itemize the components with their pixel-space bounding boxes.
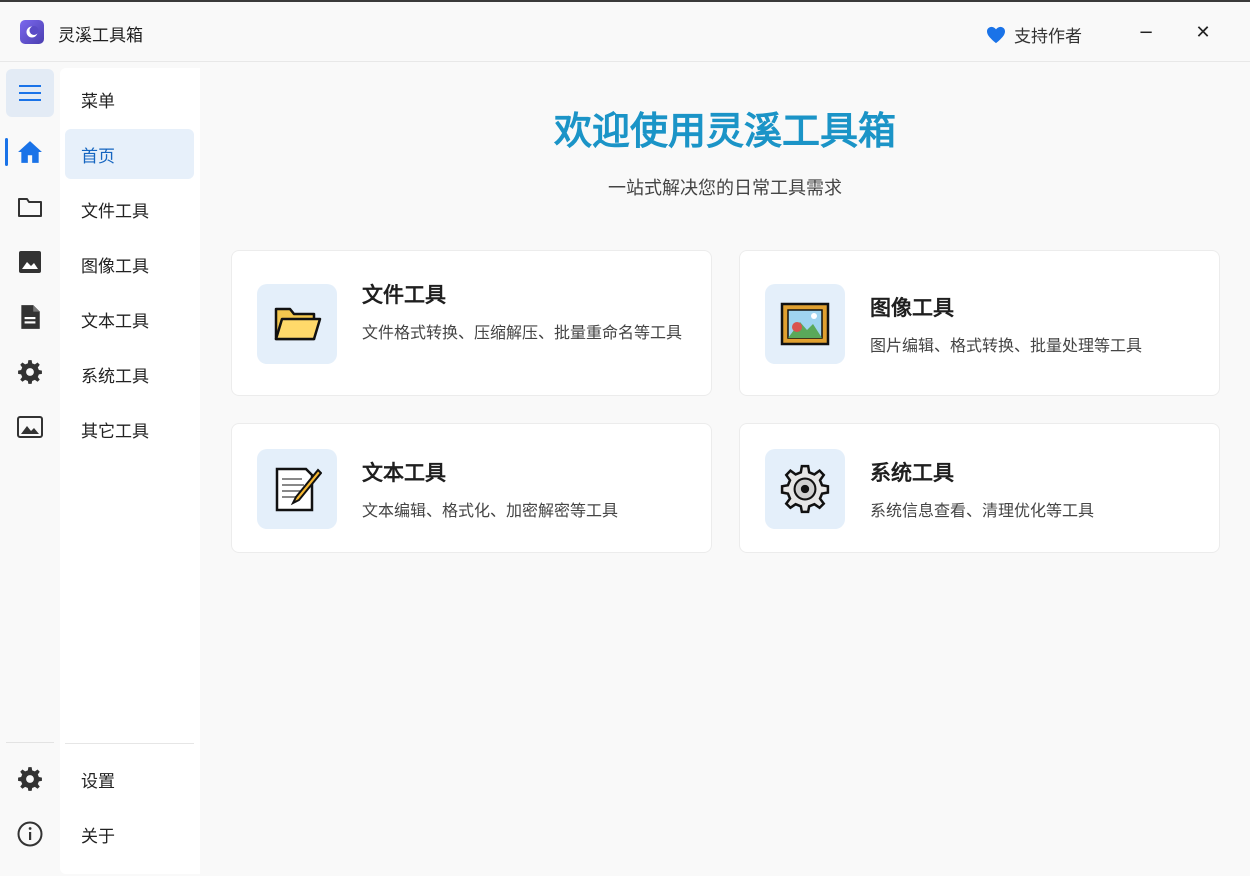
card-title: 系统工具 (870, 461, 954, 485)
gear-icon (780, 464, 830, 514)
nav-item-about[interactable]: 关于 (65, 809, 194, 859)
nav-item-settings[interactable]: 设置 (65, 754, 194, 804)
card-title: 图像工具 (870, 296, 954, 320)
page-subtitle: 一站式解决您的日常工具需求 (608, 178, 842, 199)
page-title: 欢迎使用灵溪工具箱 (553, 109, 896, 153)
card-icon-container (765, 284, 845, 364)
card-file-tools[interactable]: 文件工具 文件格式转换、压缩解压、批量重命名等工具 (231, 250, 712, 396)
nav-item-menu[interactable]: 菜单 (65, 74, 194, 124)
folder-icon (18, 198, 42, 217)
nav-item-label: 图像工具 (81, 256, 149, 277)
memo-icon (275, 467, 322, 512)
nav-item-other-tools[interactable]: 其它工具 (65, 404, 194, 454)
nav-item-label: 菜单 (81, 91, 115, 112)
card-image-tools[interactable]: 图像工具 图片编辑、格式转换、批量处理等工具 (739, 250, 1220, 396)
menu-icon (19, 85, 41, 101)
app-title: 灵溪工具箱 (58, 26, 143, 46)
nav-item-label: 设置 (81, 771, 115, 792)
card-icon-container (257, 449, 337, 529)
nav-item-system-tools[interactable]: 系统工具 (65, 349, 194, 399)
nav-panel: 菜单 首页 文件工具 图像工具 文本工具 系统工具 其它工具 设置 关于 (60, 68, 200, 874)
nav-item-label: 文件工具 (81, 201, 149, 222)
nav-item-file-tools[interactable]: 文件工具 (65, 184, 194, 234)
image-icon (19, 251, 41, 273)
close-button[interactable]: ✕ (1183, 16, 1223, 48)
nav-item-label: 首页 (81, 146, 115, 167)
rail-about-button[interactable] (6, 810, 54, 858)
card-icon-container (765, 449, 845, 529)
heart-icon (987, 26, 1005, 43)
framed-picture-icon (780, 302, 830, 346)
app-logo-icon (20, 20, 44, 44)
rail-menu-button[interactable] (6, 69, 54, 117)
card-title: 文本工具 (362, 461, 446, 485)
rail-settings-button[interactable] (6, 755, 54, 803)
gear-icon (18, 360, 42, 384)
folder-icon (274, 307, 322, 341)
nav-item-label: 文本工具 (81, 311, 149, 332)
card-text-tools[interactable]: 文本工具 文本编辑、格式化、加密解密等工具 (231, 423, 712, 553)
card-description: 文件格式转换、压缩解压、批量重命名等工具 (362, 323, 683, 342)
info-icon (17, 821, 43, 847)
card-icon-container (257, 284, 337, 364)
support-author-label: 支持作者 (1014, 27, 1082, 47)
rail-folder-button[interactable] (6, 183, 54, 231)
rail-system-button[interactable] (6, 348, 54, 396)
settings-icon (18, 767, 42, 791)
nav-item-label: 系统工具 (81, 366, 149, 387)
support-author-button[interactable]: 支持作者 (986, 22, 1082, 47)
rail-home-button[interactable] (6, 128, 54, 176)
nav-item-label: 其它工具 (81, 421, 149, 442)
nav-item-home[interactable]: 首页 (65, 129, 194, 179)
document-icon (21, 305, 40, 329)
nav-item-image-tools[interactable]: 图像工具 (65, 239, 194, 289)
nav-item-label: 关于 (81, 826, 115, 847)
app-window: 灵溪工具箱 支持作者 − ✕ 菜单 首页 文件工具 图像工具 文本工具 系统工具… (0, 0, 1250, 876)
nav-divider (65, 743, 194, 744)
rail-image-button[interactable] (6, 238, 54, 286)
card-system-tools[interactable]: 系统工具 系统信息查看、清理优化等工具 (739, 423, 1220, 553)
rail-document-button[interactable] (6, 293, 54, 341)
minimize-button[interactable]: − (1126, 16, 1166, 48)
picture-icon (17, 416, 43, 438)
icon-rail (0, 62, 60, 876)
close-icon: ✕ (1195, 21, 1211, 43)
card-description: 图片编辑、格式转换、批量处理等工具 (870, 336, 1143, 355)
rail-other-button[interactable] (6, 403, 54, 451)
minimize-icon: − (1138, 21, 1154, 43)
title-bar: 灵溪工具箱 支持作者 − ✕ (0, 2, 1250, 62)
card-description: 系统信息查看、清理优化等工具 (870, 501, 1095, 520)
home-icon (18, 141, 42, 163)
nav-item-text-tools[interactable]: 文本工具 (65, 294, 194, 344)
card-title: 文件工具 (362, 283, 446, 307)
card-description: 文本编辑、格式化、加密解密等工具 (362, 501, 619, 520)
rail-divider (6, 742, 54, 743)
